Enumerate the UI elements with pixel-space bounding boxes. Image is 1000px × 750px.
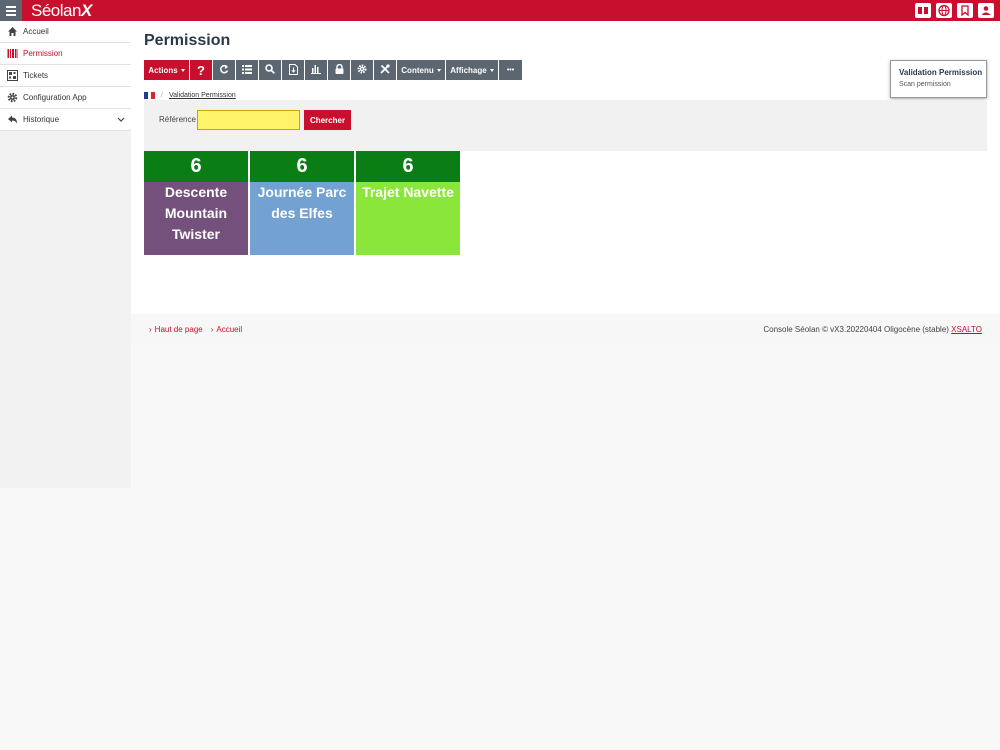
tile-label: Journée Parc des Elfes bbox=[250, 182, 354, 255]
footer: Haut de page Accueil Console Séolan © vX… bbox=[131, 314, 1000, 344]
gear-icon bbox=[357, 64, 367, 76]
sidebar-item-accueil[interactable]: Accueil bbox=[0, 21, 131, 43]
scan-permission-menu-item[interactable]: Scan permission bbox=[899, 81, 986, 88]
reference-input[interactable] bbox=[197, 110, 300, 130]
version-text: Console Séolan © vX3.20220404 Oligocène … bbox=[763, 325, 949, 334]
vendor-link[interactable]: XSALTO bbox=[951, 325, 982, 334]
search-panel: Référence Chercher bbox=[144, 100, 987, 151]
popover-title: Validation Permission bbox=[899, 68, 983, 77]
tile-label: Descente Mountain Twister bbox=[144, 182, 248, 255]
tile-count: 6 bbox=[356, 151, 460, 182]
more-options-button[interactable]: ••• bbox=[499, 60, 522, 80]
chevron-down-icon[interactable] bbox=[117, 116, 125, 125]
toolbar: Actions ? Contenu Affichage ••• bbox=[144, 60, 522, 80]
breadcrumb-link[interactable]: Validation Permission bbox=[169, 92, 236, 99]
sidebar-item-configuration-app[interactable]: Configuration App bbox=[0, 87, 131, 109]
brand-logo[interactable]: SéolanX bbox=[23, 0, 100, 21]
search-icon bbox=[265, 64, 275, 76]
user-icon[interactable] bbox=[978, 3, 994, 18]
barcode-icon bbox=[7, 48, 18, 59]
reference-label: Référence bbox=[159, 115, 196, 124]
file-export-icon bbox=[288, 63, 298, 77]
sidebar-item-label: Permission bbox=[23, 49, 63, 58]
hamburger-menu-icon[interactable] bbox=[0, 0, 22, 21]
home-icon bbox=[7, 26, 18, 37]
columns-icon[interactable] bbox=[915, 3, 931, 18]
sidebar-item-label: Accueil bbox=[23, 27, 49, 36]
list-icon bbox=[242, 64, 252, 76]
tile-journee-parc-des-elfes[interactable]: 6 Journée Parc des Elfes bbox=[250, 151, 354, 255]
lock-icon bbox=[335, 63, 344, 76]
tools-icon bbox=[380, 64, 390, 76]
version-info: Console Séolan © vX3.20220404 Oligocène … bbox=[763, 325, 982, 334]
gear-icon bbox=[7, 92, 18, 103]
tile-count: 6 bbox=[144, 151, 248, 182]
back-arrow-icon bbox=[7, 114, 18, 125]
settings-button[interactable] bbox=[351, 60, 374, 80]
tile-label: Trajet Navette bbox=[356, 182, 460, 255]
tile-descente-mountain-twister[interactable]: 6 Descente Mountain Twister bbox=[144, 151, 248, 255]
tile-grid: 6 Descente Mountain Twister 6 Journée Pa… bbox=[144, 151, 460, 255]
back-to-top-link[interactable]: Haut de page bbox=[149, 325, 203, 334]
breadcrumb-separator: / bbox=[161, 91, 163, 99]
lock-button[interactable] bbox=[328, 60, 351, 80]
globe-icon[interactable] bbox=[936, 3, 952, 18]
popover-menu: Validation Permission Scan permission bbox=[890, 60, 987, 98]
bookmark-icon[interactable] bbox=[957, 3, 973, 18]
footer-home-link[interactable]: Accueil bbox=[211, 325, 242, 334]
sidebar-item-permission[interactable]: Permission bbox=[0, 43, 131, 65]
bar-chart-icon bbox=[311, 64, 321, 76]
top-bar: SéolanX bbox=[0, 0, 1000, 21]
qr-icon bbox=[7, 70, 18, 81]
export-button[interactable] bbox=[282, 60, 305, 80]
sidebar-item-tickets[interactable]: Tickets bbox=[0, 65, 131, 87]
search-button[interactable] bbox=[259, 60, 282, 80]
help-button[interactable]: ? bbox=[190, 60, 213, 80]
refresh-button[interactable] bbox=[213, 60, 236, 80]
sidebar-item-historique[interactable]: Historique bbox=[0, 109, 131, 131]
search-submit-button[interactable]: Chercher bbox=[304, 110, 351, 130]
refresh-icon bbox=[219, 64, 229, 76]
tile-count: 6 bbox=[250, 151, 354, 182]
display-dropdown-button[interactable]: Affichage bbox=[446, 60, 499, 80]
tools-button[interactable] bbox=[374, 60, 397, 80]
stats-button[interactable] bbox=[305, 60, 328, 80]
sidebar-item-label: Configuration App bbox=[23, 93, 87, 102]
list-view-button[interactable] bbox=[236, 60, 259, 80]
tile-trajet-navette[interactable]: 6 Trajet Navette bbox=[356, 151, 460, 255]
main-content: Permission Actions ? Contenu Affichage •… bbox=[131, 21, 1000, 314]
sidebar-item-label: Tickets bbox=[23, 71, 49, 80]
french-flag-icon[interactable] bbox=[144, 91, 156, 99]
actions-dropdown-button[interactable]: Actions bbox=[144, 60, 190, 80]
page-title: Permission bbox=[144, 32, 231, 49]
content-dropdown-button[interactable]: Contenu bbox=[397, 60, 446, 80]
sidebar-item-label: Historique bbox=[23, 115, 60, 124]
sidebar: Accueil Permission Tickets Configuration… bbox=[0, 21, 131, 488]
breadcrumb: / Validation Permission bbox=[144, 90, 236, 100]
